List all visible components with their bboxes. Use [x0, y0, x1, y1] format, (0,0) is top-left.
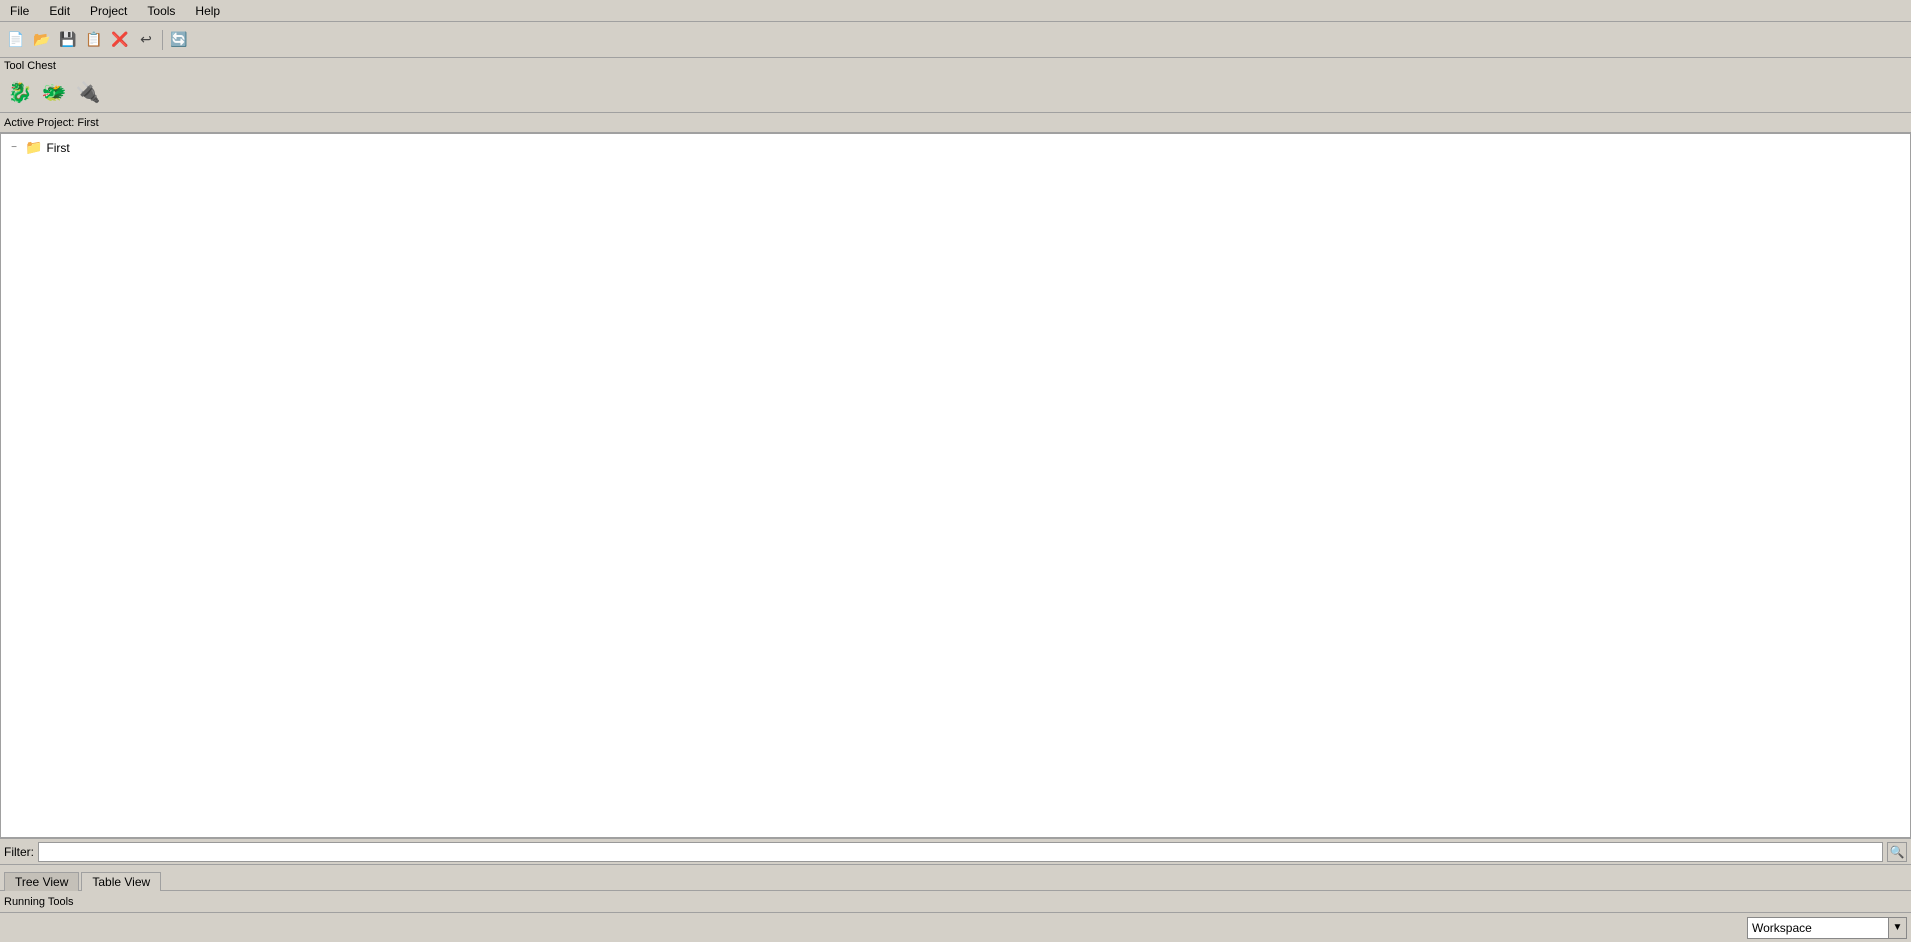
- running-tools-label: Running Tools: [4, 896, 74, 908]
- filter-input[interactable]: [38, 842, 1883, 862]
- new-icon: 📄: [7, 31, 24, 48]
- folder-icon-first: 📁: [25, 139, 42, 156]
- status-bar: Workspace ▼: [0, 912, 1911, 942]
- tab-tree-view[interactable]: Tree View: [4, 872, 79, 891]
- workspace-dropdown[interactable]: Workspace ▼: [1747, 917, 1907, 939]
- toolbar-undo-btn[interactable]: ↩: [134, 28, 158, 52]
- toolbar-separator: [162, 30, 163, 50]
- tool-chest-section: Tool Chest 🐉 🐲 🔌: [0, 58, 1911, 113]
- tree-item-first[interactable]: − 📁 First: [5, 138, 1906, 157]
- tool-chest-label: Tool Chest: [4, 60, 1907, 72]
- plugin-icon[interactable]: 🔌: [72, 76, 104, 108]
- dragon2-icon[interactable]: 🐲: [38, 76, 70, 108]
- toolbar-close-btn[interactable]: ❌: [108, 28, 132, 52]
- workspace-dropdown-label: Workspace: [1748, 920, 1888, 936]
- open-icon: 📂: [33, 31, 50, 48]
- menu-bar: File Edit Project Tools Help: [0, 0, 1911, 22]
- undo-icon: ↩: [140, 31, 152, 48]
- dragon1-icon[interactable]: 🐉: [4, 76, 36, 108]
- active-project-label: Active Project: First: [4, 117, 99, 129]
- saveas-icon: 📋: [85, 31, 102, 48]
- menu-project[interactable]: Project: [84, 2, 133, 20]
- toolbar-save-btn[interactable]: 💾: [56, 28, 80, 52]
- filter-label: Filter:: [4, 845, 34, 859]
- close-icon: ❌: [111, 31, 128, 48]
- tree-area[interactable]: − 📁 First: [1, 134, 1910, 837]
- tree-label-first: First: [46, 141, 69, 155]
- menu-file[interactable]: File: [4, 2, 35, 20]
- tool-chest-icons: 🐉 🐲 🔌: [4, 74, 1907, 110]
- toolbar-open-btn[interactable]: 📂: [30, 28, 54, 52]
- menu-edit[interactable]: Edit: [43, 2, 76, 20]
- search-icon: 🔍: [1890, 845, 1905, 859]
- active-project-bar: Active Project: First: [0, 113, 1911, 133]
- refresh-icon: 🔄: [170, 31, 187, 48]
- menu-tools[interactable]: Tools: [141, 2, 181, 20]
- filter-search-btn[interactable]: 🔍: [1887, 842, 1907, 862]
- running-tools-bar: Running Tools: [0, 890, 1911, 912]
- view-tabs: Tree View Table View: [0, 864, 1911, 890]
- toolbar: 📄 📂 💾 📋 ❌ ↩ 🔄: [0, 22, 1911, 58]
- filter-bar: Filter: 🔍: [0, 838, 1911, 864]
- save-icon: 💾: [59, 31, 76, 48]
- toolbar-new-btn[interactable]: 📄: [4, 28, 28, 52]
- main-content: − 📁 First: [0, 133, 1911, 838]
- toolbar-saveas-btn[interactable]: 📋: [82, 28, 106, 52]
- workspace-dropdown-arrow[interactable]: ▼: [1888, 918, 1906, 938]
- tree-expander-first[interactable]: −: [7, 141, 21, 155]
- tab-table-view[interactable]: Table View: [81, 872, 161, 891]
- toolbar-refresh-btn[interactable]: 🔄: [167, 28, 191, 52]
- menu-help[interactable]: Help: [189, 2, 226, 20]
